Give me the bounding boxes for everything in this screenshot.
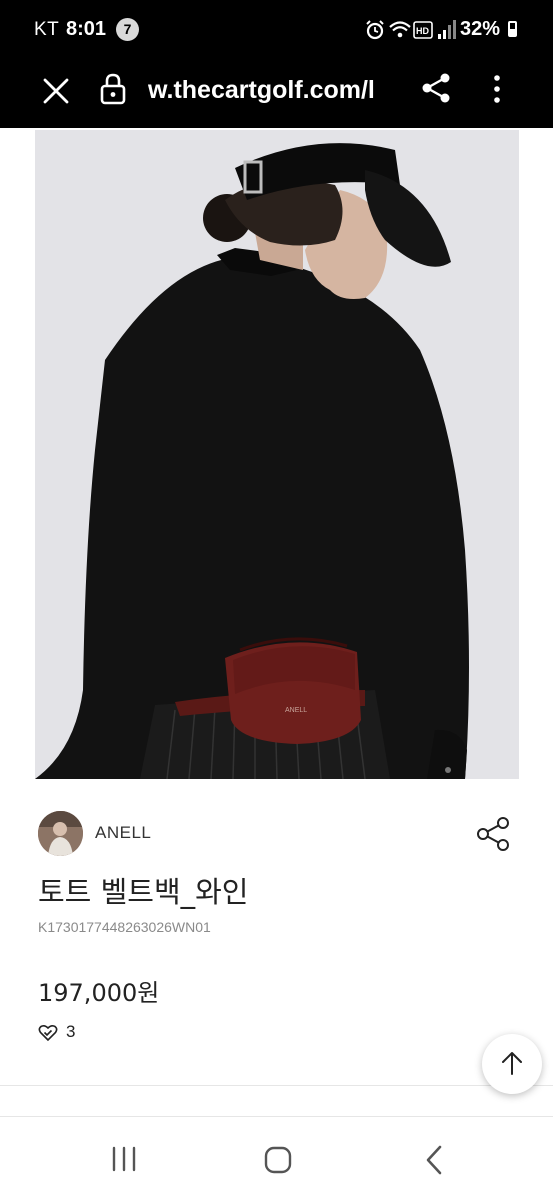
arrow-up-icon — [502, 1052, 522, 1075]
system-nav-bar — [0, 1117, 553, 1200]
model-photo: ANELL — [35, 130, 519, 779]
recent-apps-icon[interactable] — [108, 1145, 140, 1173]
more-options-icon[interactable] — [482, 72, 512, 106]
brand-avatar-image — [38, 811, 83, 856]
likes-count: 3 — [66, 1022, 76, 1041]
status-bar: KT 8:01 7 HD 32% — [0, 0, 553, 58]
svg-text:ANELL: ANELL — [285, 707, 307, 714]
battery-icon — [508, 21, 517, 37]
product-title: 토트 벨트백_와인 — [38, 875, 249, 909]
scroll-to-top-button[interactable] — [482, 1034, 542, 1094]
browser-toolbar: w.thecartgolf.com/l — [0, 58, 553, 128]
svg-text:HD: HD — [416, 26, 429, 36]
close-icon[interactable] — [40, 75, 72, 107]
clock: 8:01 — [66, 18, 107, 40]
product-code: K1730177448263026WN01 — [38, 919, 211, 935]
signal-icon — [438, 20, 456, 39]
product-price: 197,000원 — [38, 979, 160, 1007]
back-icon[interactable] — [420, 1143, 448, 1177]
battery-percent: 32% — [460, 18, 501, 40]
product-hero-image: ANELL — [35, 130, 519, 779]
status-icons: HD — [366, 20, 456, 40]
share-icon[interactable] — [420, 72, 452, 104]
notification-count-badge: 7 — [116, 18, 139, 41]
lock-icon[interactable] — [99, 72, 127, 106]
brand-avatar[interactable] — [38, 811, 83, 856]
heart-check-icon[interactable] — [38, 1024, 58, 1042]
divider — [0, 1085, 553, 1086]
carrier-label: KT — [34, 19, 60, 40]
alarm-icon — [366, 20, 384, 40]
product-share-icon[interactable] — [474, 815, 512, 853]
brand-name[interactable]: ANELL — [95, 823, 151, 843]
hd-icon: HD — [413, 21, 433, 39]
url-address[interactable]: w.thecartgolf.com/l — [148, 74, 396, 106]
home-icon[interactable] — [262, 1144, 294, 1176]
wifi-icon — [389, 21, 411, 38]
